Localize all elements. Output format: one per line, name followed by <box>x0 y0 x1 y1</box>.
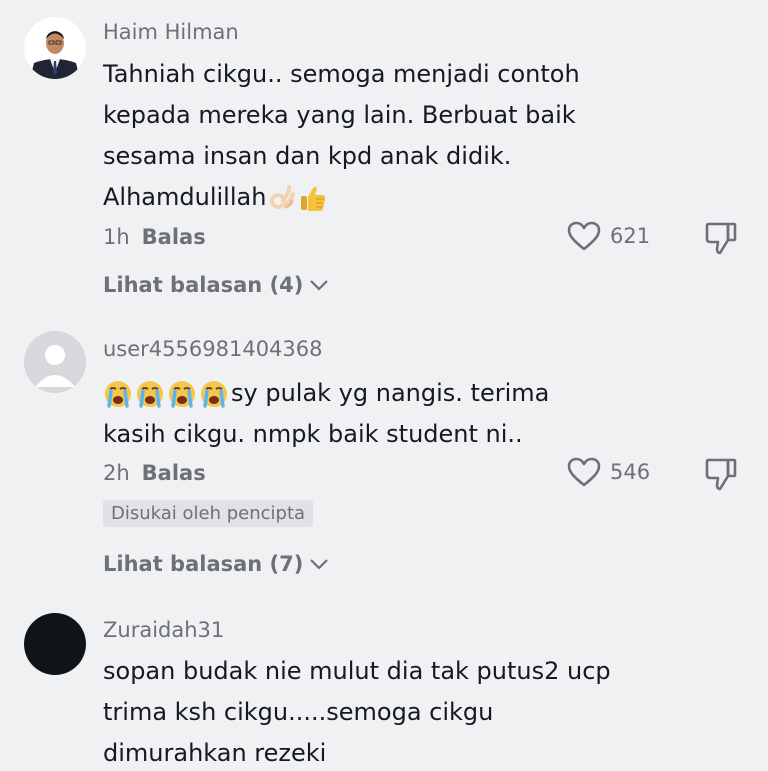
comment-text-line: kepada mereka yang lain. Berbuat baik <box>103 101 576 129</box>
view-replies-button[interactable]: Lihat balasan (4) <box>103 273 329 297</box>
crying-emoji <box>105 381 131 408</box>
view-replies-label: Lihat balasan (7) <box>103 552 304 576</box>
crying-emoji <box>169 381 195 408</box>
comment-meta: 1h Balas <box>103 225 206 249</box>
dislike-button[interactable] <box>704 456 738 496</box>
comment-text-line: sy pulak yg nangis. terima <box>103 373 703 414</box>
heart-outline-icon <box>567 221 601 251</box>
crying-emoji <box>201 381 227 408</box>
comment-username[interactable]: Zuraidah31 <box>103 618 224 642</box>
comment-text-line: sesama insan dan kpd anak didik. <box>103 142 512 170</box>
avatar[interactable] <box>24 17 86 79</box>
like-count: 546 <box>610 460 651 484</box>
heart-outline-icon <box>567 457 601 487</box>
comment-time: 1h <box>103 225 130 249</box>
comment-text: Tahniah cikgu.. semoga menjadi contoh ke… <box>103 54 703 218</box>
view-replies-button[interactable]: Lihat balasan (7) <box>103 552 329 576</box>
ok-hand-emoji <box>270 185 296 209</box>
view-replies-label: Lihat balasan (4) <box>103 273 304 297</box>
like-count: 621 <box>610 224 651 248</box>
comment-list: Haim Hilman Tahniah cikgu.. semoga menja… <box>0 0 768 771</box>
avatar[interactable] <box>24 613 86 675</box>
chevron-down-icon <box>310 559 329 570</box>
comment-text-line: Alhamdulillah <box>103 177 703 218</box>
comment-text-segment: Alhamdulillah <box>103 183 267 211</box>
comment-text: sopan budak nie mulut dia tak putus2 ucp… <box>103 651 703 771</box>
comment-text-line: kasih cikgu. nmpk baik student ni.. <box>103 420 523 448</box>
like-button[interactable]: 546 <box>566 456 650 488</box>
avatar[interactable] <box>24 331 86 393</box>
comment-text-line: Tahniah cikgu.. semoga menjadi contoh <box>103 60 580 88</box>
thumbs-down-icon <box>705 458 737 491</box>
comment-text-line: trima ksh cikgu.....semoga cikgu <box>103 698 494 726</box>
comment-text-line: sopan budak nie mulut dia tak putus2 ucp <box>103 657 611 685</box>
thumbs-up-emoji <box>301 186 326 211</box>
reply-button[interactable]: Balas <box>142 225 206 249</box>
comment-username[interactable]: Haim Hilman <box>103 20 239 44</box>
comment-text: sy pulak yg nangis. terima kasih cikgu. … <box>103 373 703 455</box>
comment-username[interactable]: user4556981404368 <box>103 337 323 361</box>
comment-text-line: dimurahkan rezeki <box>103 739 327 767</box>
dislike-button[interactable] <box>704 220 738 260</box>
comment-time: 2h <box>103 461 130 485</box>
crying-emoji <box>137 381 163 408</box>
reply-button[interactable]: Balas <box>142 461 206 485</box>
comment-meta: 2h Balas <box>103 461 206 485</box>
chevron-down-icon <box>310 280 329 291</box>
thumbs-down-icon <box>705 222 737 255</box>
like-button[interactable]: 621 <box>566 220 650 252</box>
comment-text-segment: sy pulak yg nangis. terima <box>231 379 550 407</box>
liked-by-creator-badge: Disukai oleh pencipta <box>103 500 314 527</box>
